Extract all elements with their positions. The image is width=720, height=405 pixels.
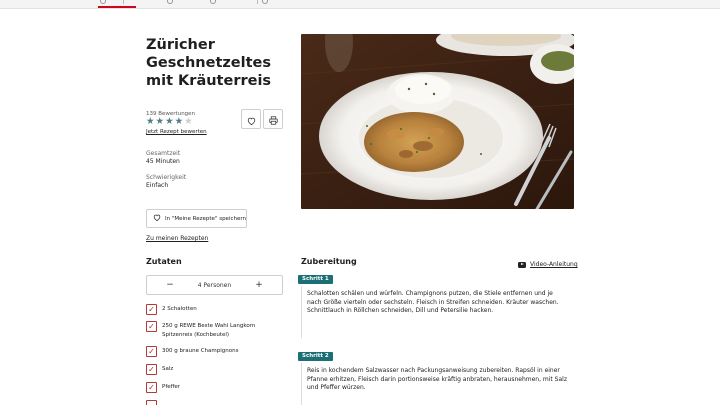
total-time-label: Gesamtzeit (146, 150, 181, 157)
step-divider (301, 363, 302, 405)
star-icon[interactable]: ★ (165, 117, 174, 127)
ingredient-checkbox[interactable]: ✓ (146, 321, 157, 332)
top-navigation (0, 0, 720, 9)
ingredient-checkbox[interactable]: ✓ (146, 346, 157, 357)
ingredient-item[interactable] (146, 400, 296, 405)
rate-recipe-link[interactable]: Jetzt Rezept bewerten (146, 129, 207, 135)
nav-divider (123, 0, 124, 4)
ingredient-label: 2 Schalotten (162, 306, 197, 312)
heart-icon (153, 214, 161, 223)
star-icon[interactable]: ★ (184, 117, 193, 127)
portion-stepper: − 4 Personen + (146, 275, 283, 295)
total-time-value: 45 Minuten (146, 158, 180, 165)
nav-item-icon[interactable] (167, 0, 173, 4)
ingredient-item[interactable]: ✓ Pfeffer (146, 382, 296, 393)
ingredient-item[interactable]: ✓ Salz (146, 364, 296, 375)
my-recipes-link[interactable]: Zu meinen Rezepten (146, 235, 208, 242)
difficulty-value: Einfach (146, 182, 169, 189)
preparation-heading: Zubereitung (301, 257, 357, 266)
ingredients-heading: Zutaten (146, 257, 182, 266)
step-2-text: Reis in kochendem Salzwasser nach Packun… (307, 367, 567, 392)
star-icon[interactable]: ★ (146, 117, 155, 127)
active-nav-indicator (98, 6, 136, 8)
print-button[interactable] (263, 109, 283, 129)
video-guide-link[interactable]: Video-Anleitung (518, 261, 578, 268)
save-button-label: In "Meine Rezepte" speichern (165, 215, 247, 222)
ingredient-item[interactable]: ✓ 300 g braune Champignons (146, 346, 296, 357)
favorite-button[interactable] (241, 109, 261, 129)
decrease-portions-button[interactable]: − (165, 280, 175, 290)
printer-icon (268, 110, 278, 129)
nav-home-icon[interactable] (100, 0, 106, 4)
rating-stars[interactable]: ★ ★ ★ ★ ★ (146, 117, 193, 127)
portions-value: 4 Personen (197, 281, 232, 289)
ingredient-checkbox[interactable]: ✓ (146, 382, 157, 393)
ingredient-label: Salz (162, 366, 174, 372)
step-2-badge: Schritt 2 (298, 352, 333, 361)
ingredient-checkbox[interactable] (146, 400, 157, 405)
ingredient-checkbox[interactable]: ✓ (146, 304, 157, 315)
save-to-my-recipes-button[interactable]: In "Meine Rezepte" speichern (146, 209, 247, 228)
video-guide-label: Video-Anleitung (530, 261, 578, 268)
ingredient-item[interactable]: ✓ 250 g REWE Beste Wahl Langkorn Spitzen… (146, 321, 264, 339)
nav-user-icon[interactable] (262, 0, 268, 4)
difficulty-label: Schwierigkeit (146, 174, 187, 181)
step-1-badge: Schritt 1 (298, 275, 333, 284)
nav-divider (257, 0, 258, 4)
ingredient-label: 250 g REWE Beste Wahl Langkorn Spitzenre… (162, 323, 256, 338)
star-icon[interactable]: ★ (175, 117, 184, 127)
step-1-text: Schalotten schälen und würfeln. Champign… (307, 290, 559, 315)
increase-portions-button[interactable]: + (254, 280, 264, 290)
heart-icon (247, 110, 256, 129)
ingredient-checkbox[interactable]: ✓ (146, 364, 157, 375)
recipe-title: Züricher Geschnetzeltes mit Kräuterreis (146, 37, 272, 89)
step-divider (301, 286, 302, 338)
ingredient-label: Pfeffer (162, 384, 181, 390)
star-icon[interactable]: ★ (156, 117, 165, 127)
ingredient-label: 300 g braune Champignons (162, 348, 239, 354)
nav-clock-icon[interactable] (210, 0, 216, 4)
youtube-icon (518, 261, 526, 268)
recipe-photo (301, 34, 574, 209)
ingredient-item[interactable]: ✓ 2 Schalotten (146, 304, 296, 315)
